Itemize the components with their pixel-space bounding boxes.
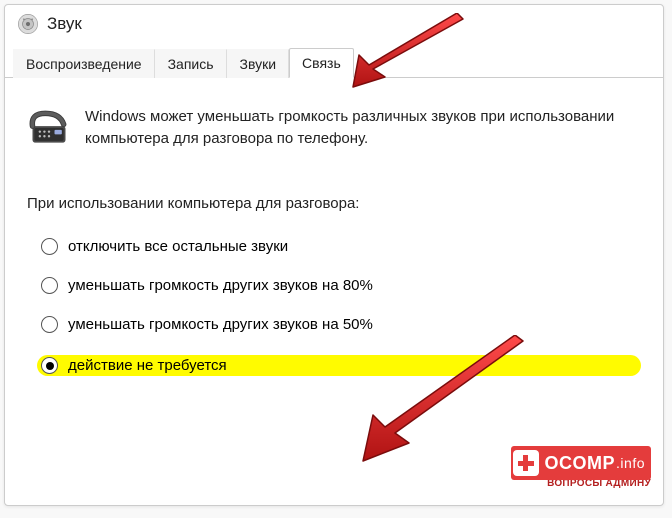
- radio-indicator: [41, 277, 58, 294]
- radio-indicator: [41, 316, 58, 333]
- radio-indicator: [41, 238, 58, 255]
- tab-playback[interactable]: Воспроизведение: [13, 49, 155, 78]
- radio-reduce-80[interactable]: уменьшать громкость других звуков на 80%: [41, 277, 641, 294]
- tab-label: Связь: [302, 55, 341, 71]
- tabstrip: Воспроизведение Запись Звуки Связь: [5, 47, 663, 78]
- tab-label: Звуки: [240, 56, 277, 72]
- tab-sounds[interactable]: Звуки: [227, 49, 290, 78]
- radio-indicator: [41, 357, 58, 374]
- tab-content: Windows может уменьшать громкость различ…: [5, 78, 663, 394]
- tab-label: Запись: [168, 56, 214, 72]
- radio-label: уменьшать громкость других звуков на 80%: [68, 277, 373, 294]
- radio-mute-all[interactable]: отключить все остальные звуки: [41, 238, 641, 255]
- watermark-subtitle: ВОПРОСЫ АДМИНУ: [547, 478, 651, 489]
- radio-reduce-50[interactable]: уменьшать громкость других звуков на 50%: [41, 316, 641, 333]
- watermark-brand: OCOMP: [545, 453, 616, 474]
- tab-label: Воспроизведение: [26, 56, 142, 72]
- radio-label: уменьшать громкость других звуков на 50%: [68, 316, 373, 333]
- tab-communications[interactable]: Связь: [289, 48, 354, 78]
- description-text: Windows может уменьшать громкость различ…: [85, 106, 641, 150]
- radio-label: отключить все остальные звуки: [68, 238, 288, 255]
- titlebar: Звук: [5, 5, 663, 41]
- radio-group: отключить все остальные звуки уменьшать …: [41, 238, 641, 376]
- radio-do-nothing[interactable]: действие не требуется: [37, 355, 641, 376]
- watermark-suffix: .info: [616, 455, 645, 471]
- radio-label: действие не требуется: [68, 357, 227, 374]
- sound-settings-window: Звук Воспроизведение Запись Звуки Связь …: [4, 4, 664, 506]
- phone-icon: [27, 106, 71, 153]
- description-row: Windows может уменьшать громкость различ…: [27, 106, 641, 153]
- window-title: Звук: [47, 14, 82, 34]
- speaker-icon: [17, 13, 39, 35]
- watermark: OCOMP.info ВОПРОСЫ АДМИНУ: [511, 446, 651, 489]
- plus-icon: [513, 450, 539, 476]
- tab-recording[interactable]: Запись: [155, 49, 227, 78]
- options-heading: При использовании компьютера для разгово…: [27, 195, 641, 212]
